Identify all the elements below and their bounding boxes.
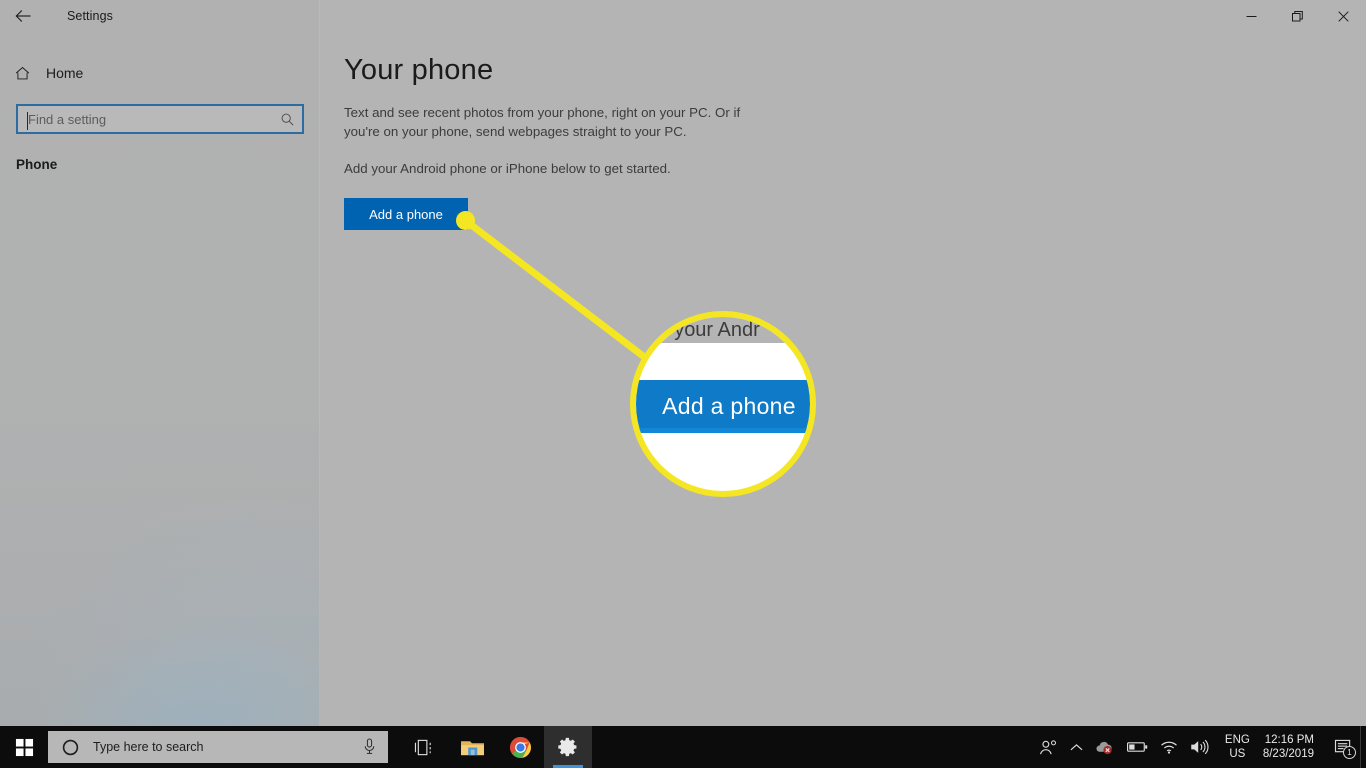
battery-icon	[1126, 742, 1148, 752]
search-input[interactable]	[18, 106, 272, 132]
description-paragraph-1: Text and see recent photos from your pho…	[344, 105, 741, 139]
taskbar-search-placeholder: Type here to search	[93, 740, 204, 754]
windows-start-icon	[15, 738, 33, 756]
taskbar-file-explorer-button[interactable]	[448, 726, 496, 768]
taskbar-search-box[interactable]: Type here to search	[48, 731, 388, 763]
restore-button[interactable]	[1274, 0, 1320, 32]
window-controls	[1228, 0, 1366, 32]
window-titlebar: Settings	[0, 0, 1366, 32]
chevron-up-icon	[1070, 743, 1083, 750]
search-icon[interactable]	[272, 106, 302, 132]
sidebar-item-home[interactable]: Home	[0, 58, 320, 88]
wifi-icon	[1160, 741, 1177, 754]
settings-content: Your phone Text and see recent photos fr…	[320, 32, 1366, 726]
search-box[interactable]	[16, 104, 304, 134]
show-desktop-button[interactable]	[1360, 726, 1366, 768]
notification-count-badge: 1	[1343, 746, 1356, 759]
tray-people-button[interactable]	[1033, 726, 1064, 768]
sidebar-section-title: Phone	[16, 157, 58, 172]
taskbar-settings-button[interactable]	[544, 726, 592, 768]
tray-notification-center-button[interactable]: 1	[1326, 726, 1360, 768]
text-caret	[27, 112, 28, 130]
settings-window: Home Phone	[0, 0, 1366, 726]
sidebar-home-label: Home	[46, 65, 84, 81]
microphone-icon[interactable]	[363, 738, 376, 760]
onedrive-error-icon	[1096, 741, 1112, 755]
people-icon	[1039, 739, 1056, 754]
add-a-phone-button[interactable]: Add a phone	[344, 198, 468, 230]
cortana-circle-icon	[62, 739, 79, 756]
desktop-root: Home Phone	[0, 0, 1366, 768]
page-title: Your phone	[344, 54, 494, 86]
tray-language-button[interactable]: ENG US	[1216, 726, 1259, 768]
window-title: Settings	[67, 9, 113, 23]
tray-date: 8/23/2019	[1262, 748, 1314, 760]
restore-icon	[1291, 10, 1303, 21]
start-button[interactable]	[0, 726, 48, 768]
tray-language-line2: US	[1229, 748, 1246, 760]
home-icon	[0, 65, 44, 82]
back-arrow-icon	[15, 10, 30, 22]
close-icon	[1337, 10, 1349, 22]
minimize-icon	[1246, 15, 1256, 17]
tray-show-hidden-icons-button[interactable]	[1064, 726, 1089, 768]
tray-onedrive-button[interactable]	[1089, 726, 1121, 768]
tray-network-button[interactable]	[1154, 726, 1184, 768]
search-container	[16, 104, 304, 134]
settings-sidebar: Home Phone	[0, 0, 320, 726]
taskbar-task-view-button[interactable]	[400, 726, 448, 768]
tray-clock[interactable]: 12:16 PM 8/23/2019	[1259, 726, 1326, 768]
folder-icon	[460, 740, 484, 755]
tray-battery-button[interactable]	[1121, 726, 1154, 768]
tray-volume-button[interactable]	[1184, 726, 1216, 768]
taskbar-chrome-button[interactable]	[496, 726, 544, 768]
minimize-button[interactable]	[1228, 0, 1274, 32]
volume-icon	[1191, 739, 1209, 755]
description-paragraph-2: Add your Android phone or iPhone below t…	[344, 161, 671, 176]
task-view-icon	[414, 739, 431, 755]
back-button[interactable]	[0, 0, 46, 32]
system-tray: ENG US 12:16 PM 8/23/2019 1	[1033, 726, 1366, 768]
close-button[interactable]	[1320, 0, 1366, 32]
tray-time: 12:16 PM	[1264, 734, 1314, 746]
taskbar-app-icons	[400, 726, 592, 768]
gear-icon	[558, 737, 577, 757]
chrome-icon	[509, 736, 531, 758]
taskbar: Type here to search ENG US 12:16 PM 8/23…	[0, 726, 1366, 768]
tray-language-line1: ENG	[1224, 734, 1250, 746]
